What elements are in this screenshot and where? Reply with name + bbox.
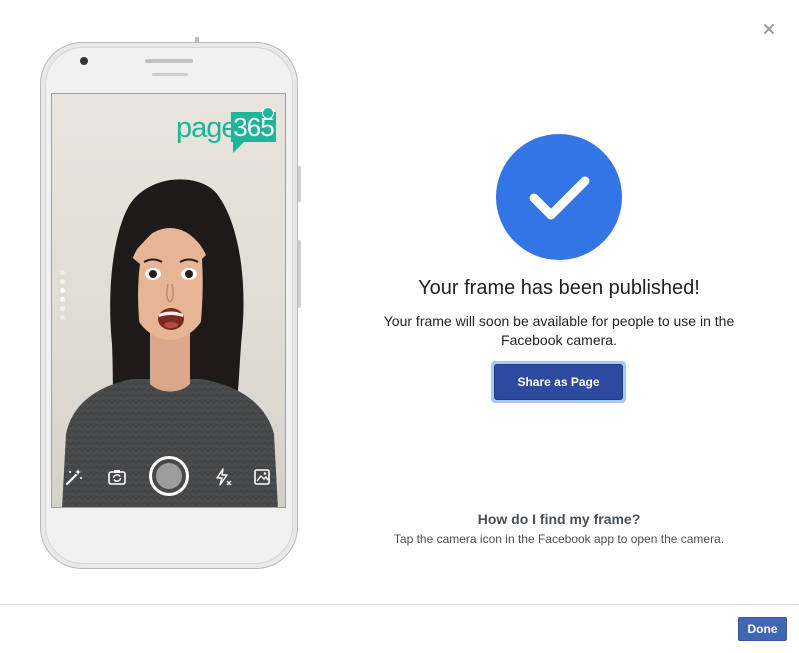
camera-preview: page 365 bbox=[51, 93, 286, 508]
pager-dot bbox=[60, 279, 65, 284]
pager-dot bbox=[60, 306, 65, 311]
done-button[interactable]: Done bbox=[738, 617, 787, 641]
publish-dialog: page 365 Your frame has been published! … bbox=[0, 0, 799, 653]
magic-wand-icon[interactable] bbox=[64, 467, 84, 487]
phone-speaker bbox=[145, 59, 193, 63]
logo-speech-tail bbox=[233, 141, 245, 153]
camera-controls bbox=[52, 449, 285, 507]
logo-badge bbox=[262, 107, 274, 119]
filter-pager[interactable] bbox=[60, 270, 68, 324]
pager-dot bbox=[60, 270, 65, 275]
phone-sensor bbox=[152, 73, 188, 76]
dialog-footer: Done bbox=[0, 604, 799, 653]
success-title: Your frame has been published! bbox=[418, 277, 700, 299]
logo-text: page bbox=[176, 112, 238, 144]
share-button-focus-ring: Share as Page bbox=[491, 361, 626, 403]
flash-off-icon[interactable] bbox=[213, 467, 233, 487]
flip-camera-icon[interactable] bbox=[107, 467, 127, 487]
pager-dot bbox=[60, 297, 65, 302]
checkmark-icon bbox=[529, 176, 590, 220]
pager-dot bbox=[60, 288, 65, 293]
help-title: How do I find my frame? bbox=[477, 511, 641, 527]
help-text: Tap the camera icon in the Facebook app … bbox=[393, 532, 725, 546]
close-icon[interactable] bbox=[760, 20, 778, 38]
person-photo bbox=[62, 179, 278, 507]
shutter-button[interactable] bbox=[149, 456, 189, 496]
success-description: Your frame will soon be available for pe… bbox=[383, 313, 735, 348]
gallery-icon[interactable] bbox=[252, 467, 272, 487]
success-badge bbox=[496, 134, 622, 260]
front-camera-icon bbox=[80, 57, 88, 65]
share-as-page-button[interactable]: Share as Page bbox=[494, 364, 623, 400]
page365-logo: page 365 bbox=[176, 107, 285, 153]
pager-dot bbox=[60, 315, 65, 320]
